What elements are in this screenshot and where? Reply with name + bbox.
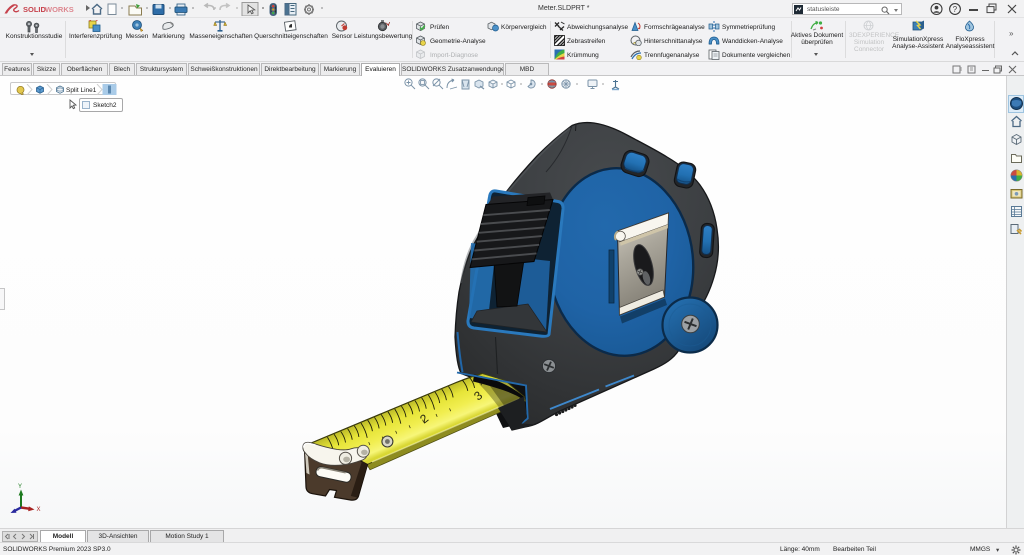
svg-text:?: ?	[953, 5, 958, 14]
svg-text:WORKS: WORKS	[45, 5, 74, 14]
svg-text:Split Line1: Split Line1	[66, 87, 97, 94]
svg-text:SOLID: SOLID	[23, 5, 47, 14]
